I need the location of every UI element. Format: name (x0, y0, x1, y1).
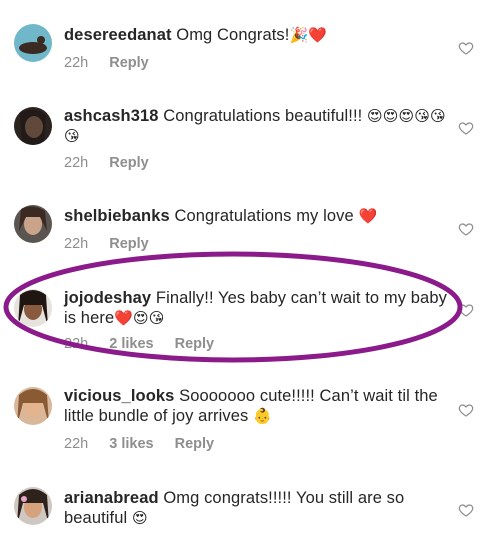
reply-button[interactable]: Reply (109, 155, 149, 171)
comment-text: arianabread Omg congrats!!!!! You still … (64, 488, 450, 528)
emoji: 😍 (131, 509, 148, 527)
comment-text: jojodeshay Finally!! Yes baby can’t wait… (64, 288, 450, 328)
comment-meta: 22h 3 likes Reply (64, 436, 231, 452)
emoji: ❤️😍😘 (114, 309, 165, 327)
username-link[interactable]: vicious_looks (64, 387, 174, 405)
comment-text: desereedanat Omg Congrats!🎉❤️ (64, 25, 450, 45)
comment-meta: 22h Reply (64, 55, 166, 71)
timestamp: 22h (64, 336, 89, 352)
likes-count[interactable]: 3 likes (109, 436, 153, 452)
avatar[interactable] (14, 107, 52, 145)
heart-outline-icon[interactable] (458, 502, 474, 518)
comment-text: vicious_looks Sooooooo cute!!!!! Can’t w… (64, 386, 450, 426)
timestamp: 22h (64, 55, 89, 71)
avatar[interactable] (14, 487, 52, 525)
comment-text: ashcash318 Congratulations beautiful!!! … (64, 106, 450, 146)
avatar[interactable] (14, 205, 52, 243)
likes-count[interactable]: 2 likes (109, 336, 153, 352)
avatar[interactable] (14, 24, 52, 62)
username-link[interactable]: ashcash318 (64, 107, 159, 125)
timestamp: 22h (64, 236, 89, 252)
reply-button[interactable]: Reply (175, 336, 215, 352)
comment-meta: 22h 2 likes Reply (64, 336, 231, 352)
username-link[interactable]: jojodeshay (64, 289, 151, 307)
reply-button[interactable]: Reply (109, 236, 149, 252)
heart-outline-icon[interactable] (458, 40, 474, 56)
heart-outline-icon[interactable] (458, 120, 474, 136)
emoji: ❤️ (358, 207, 378, 225)
heart-outline-icon[interactable] (458, 402, 474, 418)
reply-button[interactable]: Reply (175, 436, 215, 452)
heart-outline-icon[interactable] (458, 221, 474, 237)
comment-meta: 22h Reply (64, 236, 166, 252)
username-link[interactable]: desereedanat (64, 26, 172, 44)
username-link[interactable]: shelbiebanks (64, 207, 170, 225)
emoji: 🎉❤️ (289, 26, 328, 44)
comment-message: Congratulations beautiful!!! (163, 107, 363, 125)
comment-meta: 22h Reply (64, 155, 166, 171)
timestamp: 22h (64, 155, 89, 171)
comment-message: Omg Congrats! (176, 26, 290, 44)
username-link[interactable]: arianabread (64, 489, 159, 507)
comment-message: Congratulations my love (174, 207, 354, 225)
comment-text: shelbiebanks Congratulations my love ❤️ (64, 206, 450, 226)
emoji: 👶 (253, 407, 272, 425)
avatar[interactable] (14, 387, 52, 425)
heart-outline-icon[interactable] (458, 302, 474, 318)
timestamp: 22h (64, 436, 89, 452)
avatar[interactable] (14, 289, 52, 327)
reply-button[interactable]: Reply (109, 55, 149, 71)
